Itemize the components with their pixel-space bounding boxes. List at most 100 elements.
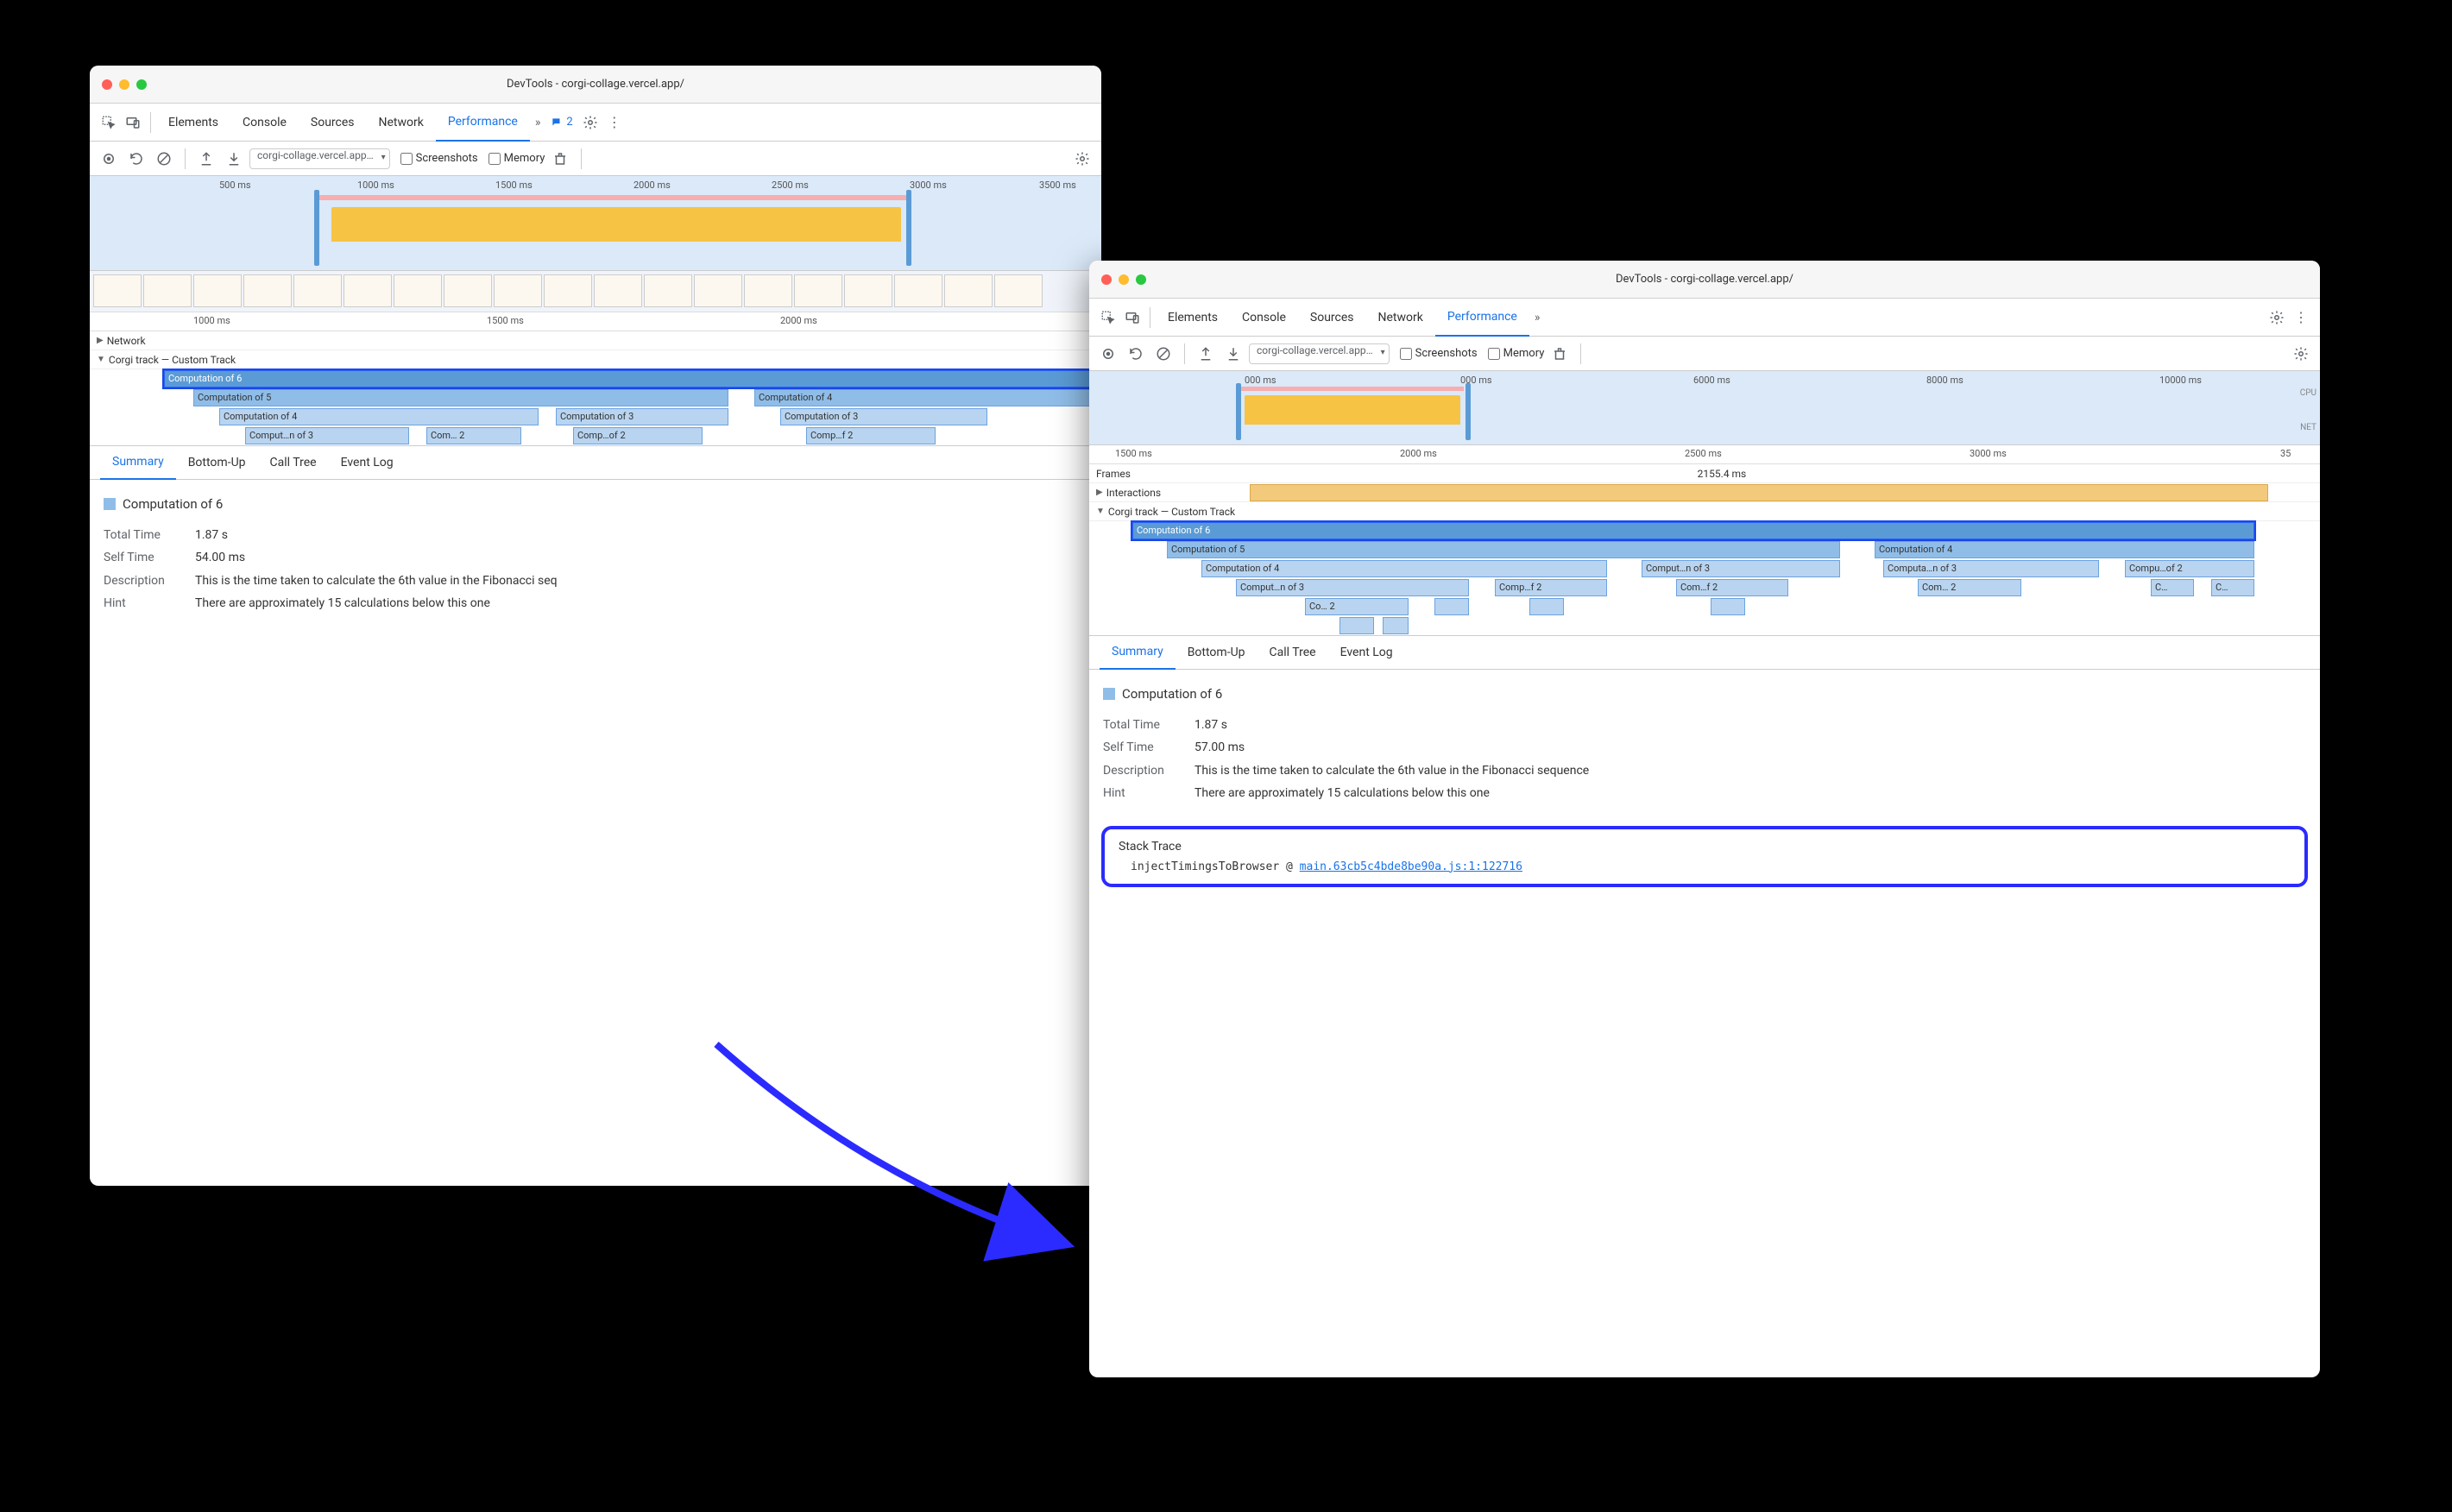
memory-checkbox[interactable]: Memory [489, 152, 545, 165]
network-section[interactable]: ▶Network [90, 331, 1101, 350]
upload-icon[interactable] [194, 147, 218, 171]
timeline-overview[interactable]: 000 ms 000 ms 6000 ms 8000 ms 10000 ms C… [1089, 371, 2320, 445]
custom-track-section[interactable]: ▼Corgi track — Custom Track [90, 350, 1101, 369]
subtab-bottomup[interactable]: Bottom-Up [1176, 635, 1258, 670]
flame-chart[interactable]: Computation of 6 Computation of 5 Comput… [1089, 521, 2320, 635]
screenshot-thumb[interactable] [694, 274, 742, 307]
flame-entry[interactable] [1529, 598, 1564, 615]
flame-entry[interactable]: Computation of 3 [780, 408, 987, 425]
clear-icon[interactable] [1151, 342, 1176, 366]
subtab-calltree[interactable]: Call Tree [258, 445, 329, 480]
minimize-icon[interactable] [119, 79, 129, 90]
gear-icon[interactable] [578, 110, 602, 135]
custom-track-section[interactable]: ▼Corgi track — Custom Track [1089, 502, 2320, 521]
gc-icon[interactable] [1547, 342, 1572, 366]
memory-checkbox[interactable]: Memory [1488, 347, 1545, 360]
flame-entry[interactable]: Computation of 5 [193, 389, 728, 406]
flame-entry[interactable]: Comp…f 2 [1495, 579, 1607, 596]
tab-elements[interactable]: Elements [1156, 299, 1230, 337]
more-tabs-icon[interactable]: » [1529, 311, 1546, 324]
flame-entry[interactable]: Com… 2 [426, 427, 521, 444]
gear-icon[interactable] [1070, 147, 1094, 171]
recording-select[interactable]: corgi-collage.vercel.app… [1249, 343, 1390, 364]
more-tabs-icon[interactable]: » [530, 116, 546, 129]
flame-entry[interactable]: Computa…n of 3 [1883, 560, 2099, 577]
tab-network[interactable]: Network [367, 104, 436, 142]
flame-entry[interactable]: Com…f 2 [1676, 579, 1788, 596]
overview-handle-left[interactable] [1236, 383, 1241, 440]
recording-select[interactable]: corgi-collage.vercel.app… [249, 148, 390, 169]
flame-entry[interactable]: Computation of 5 [1167, 541, 1840, 558]
tab-elements[interactable]: Elements [156, 104, 230, 142]
record-icon[interactable] [1096, 342, 1120, 366]
flame-entry[interactable]: Computation of 4 [1875, 541, 2254, 558]
gear-icon[interactable] [2265, 306, 2289, 330]
subtab-summary[interactable]: Summary [1100, 635, 1176, 670]
flame-entry[interactable]: Comp…f 2 [806, 427, 936, 444]
inspect-icon[interactable] [97, 110, 121, 135]
close-icon[interactable] [1101, 274, 1112, 285]
screenshot-thumb[interactable] [944, 274, 993, 307]
issues-badge[interactable]: 2 [545, 116, 577, 129]
flame-entry[interactable]: Comput…n of 3 [245, 427, 409, 444]
flame-entry[interactable]: Co… 2 [1305, 598, 1409, 615]
screenshots-checkbox[interactable]: Screenshots [400, 152, 478, 165]
frames-section[interactable]: Frames2155.4 ms [1089, 464, 2320, 483]
flame-entry[interactable]: Computation of 4 [754, 389, 1096, 406]
screenshot-thumb[interactable] [644, 274, 692, 307]
screenshot-thumb[interactable] [744, 274, 792, 307]
overview-handle-right[interactable] [1466, 383, 1471, 440]
reload-icon[interactable] [1124, 342, 1148, 366]
flame-entry[interactable]: Computation of 6 [164, 370, 1096, 387]
interaction-bar[interactable] [1250, 484, 2268, 501]
flame-entry[interactable]: Compu…of 2 [2125, 560, 2254, 577]
screenshot-strip[interactable] [90, 271, 1101, 312]
inspect-icon[interactable] [1096, 306, 1120, 330]
flame-entry[interactable]: C… [2151, 579, 2194, 596]
screenshot-thumb[interactable] [594, 274, 642, 307]
device-icon[interactable] [121, 110, 145, 135]
kebab-icon[interactable]: ⋮ [2289, 306, 2313, 330]
screenshot-thumb[interactable] [193, 274, 242, 307]
flame-entry[interactable] [1383, 617, 1409, 634]
tab-performance[interactable]: Performance [1435, 299, 1529, 337]
flame-chart[interactable]: Computation of 6 Computation of 5 Comput… [90, 369, 1101, 445]
screenshot-thumb[interactable] [844, 274, 892, 307]
stack-source-link[interactable]: main.63cb5c4bde8be90a.js:1:122716 [1300, 860, 1522, 873]
reload-icon[interactable] [124, 147, 148, 171]
flame-entry[interactable]: Comput…n of 3 [1236, 579, 1469, 596]
flame-entry[interactable] [1434, 598, 1469, 615]
gc-icon[interactable] [548, 147, 572, 171]
tab-sources[interactable]: Sources [299, 104, 367, 142]
flame-ruler[interactable]: 1500 ms 2000 ms 2500 ms 3000 ms 35 [1089, 445, 2320, 464]
interactions-section[interactable]: ▶Interactions [1089, 483, 2320, 502]
minimize-icon[interactable] [1119, 274, 1129, 285]
flame-entry[interactable]: Comp…of 2 [573, 427, 703, 444]
subtab-bottomup[interactable]: Bottom-Up [176, 445, 258, 480]
upload-icon[interactable] [1194, 342, 1218, 366]
flame-entry[interactable]: C… [2211, 579, 2254, 596]
screenshot-thumb[interactable] [994, 274, 1043, 307]
tab-console[interactable]: Console [1230, 299, 1298, 337]
clear-icon[interactable] [152, 147, 176, 171]
download-icon[interactable] [1221, 342, 1245, 366]
gear-icon[interactable] [2289, 342, 2313, 366]
tab-network[interactable]: Network [1366, 299, 1435, 337]
download-icon[interactable] [222, 147, 246, 171]
screenshots-checkbox[interactable]: Screenshots [1400, 347, 1478, 360]
screenshot-thumb[interactable] [293, 274, 342, 307]
tab-sources[interactable]: Sources [1298, 299, 1366, 337]
subtab-eventlog[interactable]: Event Log [1328, 635, 1405, 670]
screenshot-thumb[interactable] [344, 274, 392, 307]
flame-entry[interactable] [1711, 598, 1745, 615]
screenshot-thumb[interactable] [93, 274, 142, 307]
flame-entry[interactable] [1339, 617, 1374, 634]
flame-entry[interactable]: Computation of 4 [219, 408, 539, 425]
subtab-calltree[interactable]: Call Tree [1258, 635, 1328, 670]
overview-handle-left[interactable] [314, 190, 319, 266]
flame-entry[interactable]: Computation of 3 [556, 408, 728, 425]
screenshot-thumb[interactable] [794, 274, 842, 307]
record-icon[interactable] [97, 147, 121, 171]
flame-ruler[interactable]: 1000 ms 1500 ms 2000 ms [90, 312, 1101, 331]
flame-entry[interactable]: Computation of 4 [1201, 560, 1607, 577]
